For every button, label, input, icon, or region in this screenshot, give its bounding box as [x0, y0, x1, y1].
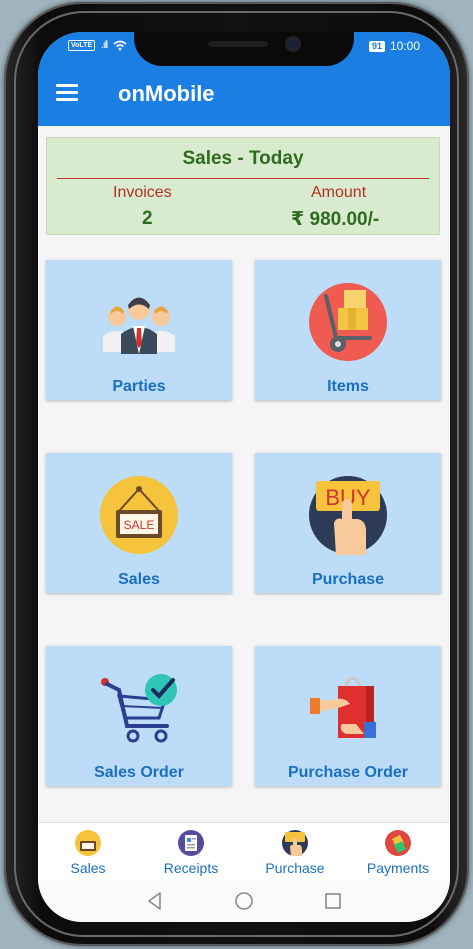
app-bar: onMobile — [38, 62, 450, 126]
tile-label: Sales — [118, 571, 160, 588]
tile-label: Items — [327, 378, 369, 395]
amount-value: ₹ 980.00/- — [291, 209, 380, 230]
sales-nav-icon — [75, 830, 101, 856]
bottom-navigation: Sales Receipts Purchase Payments — [38, 822, 450, 881]
invoices-value: 2 — [142, 208, 153, 229]
invoices-label: Invoices — [113, 184, 172, 201]
svg-text:SALE: SALE — [124, 518, 155, 532]
system-navigation-bar — [38, 880, 450, 922]
purchase-nav-icon — [282, 830, 308, 856]
nav-payments[interactable]: Payments — [348, 829, 448, 876]
nav-label: Purchase — [265, 860, 325, 876]
phone-frame: VoLTE .ıll 91 10:00 onMobile Sales - Tod… — [4, 2, 469, 946]
tile-parties[interactable]: Parties — [46, 260, 232, 400]
main-content: Sales - Today Invoices 2 Amount ₹ 980.00… — [38, 126, 450, 822]
summary-divider — [57, 178, 429, 179]
items-icon — [309, 283, 387, 361]
tile-sales[interactable]: SALE Sales — [46, 453, 232, 593]
payments-nav-icon — [385, 830, 411, 856]
buy-icon: BUY — [309, 476, 387, 555]
recent-apps-icon[interactable] — [322, 890, 344, 912]
status-time: 10:00 — [389, 39, 420, 53]
app-title: onMobile — [118, 81, 215, 106]
nav-purchase[interactable]: Purchase — [245, 829, 345, 876]
camera-notch — [134, 32, 354, 66]
volte-badge: VoLTE — [68, 40, 96, 51]
shopping-bag-icon — [310, 676, 376, 738]
menu-icon[interactable] — [56, 84, 78, 101]
home-icon[interactable] — [233, 890, 255, 912]
nav-label: Sales — [70, 860, 106, 876]
wifi-icon — [113, 40, 127, 51]
tile-label: Sales Order — [94, 764, 184, 781]
battery-icon: 91 — [368, 40, 385, 52]
tile-items[interactable]: Items — [255, 260, 441, 400]
tile-label: Purchase Order — [287, 764, 409, 781]
nav-label: Payments — [366, 860, 430, 876]
tile-sales-order[interactable]: Sales Order — [46, 646, 232, 786]
tile-purchase[interactable]: BUY Purchase — [255, 453, 441, 593]
back-icon[interactable] — [144, 890, 166, 912]
tile-label: Parties — [112, 378, 166, 395]
receipts-nav-icon — [178, 830, 204, 856]
sales-today-card[interactable]: Sales - Today Invoices 2 Amount ₹ 980.00… — [46, 137, 440, 235]
cart-check-icon — [101, 674, 177, 743]
signal-icon: .ıll — [101, 40, 108, 51]
tile-label: Purchase — [311, 571, 385, 588]
summary-title: Sales - Today — [182, 148, 304, 169]
parties-icon — [103, 297, 175, 354]
amount-label: Amount — [311, 184, 367, 201]
front-camera — [287, 38, 299, 50]
speaker-grille — [208, 41, 268, 47]
nav-receipts[interactable]: Receipts — [141, 829, 241, 876]
nav-sales[interactable]: Sales — [38, 829, 138, 876]
tile-purchase-order[interactable]: Purchase Order — [255, 646, 441, 786]
sale-sign-icon: SALE — [100, 476, 178, 554]
screen: VoLTE .ıll 91 10:00 onMobile Sales - Tod… — [38, 32, 450, 922]
nav-label: Receipts — [163, 860, 219, 876]
